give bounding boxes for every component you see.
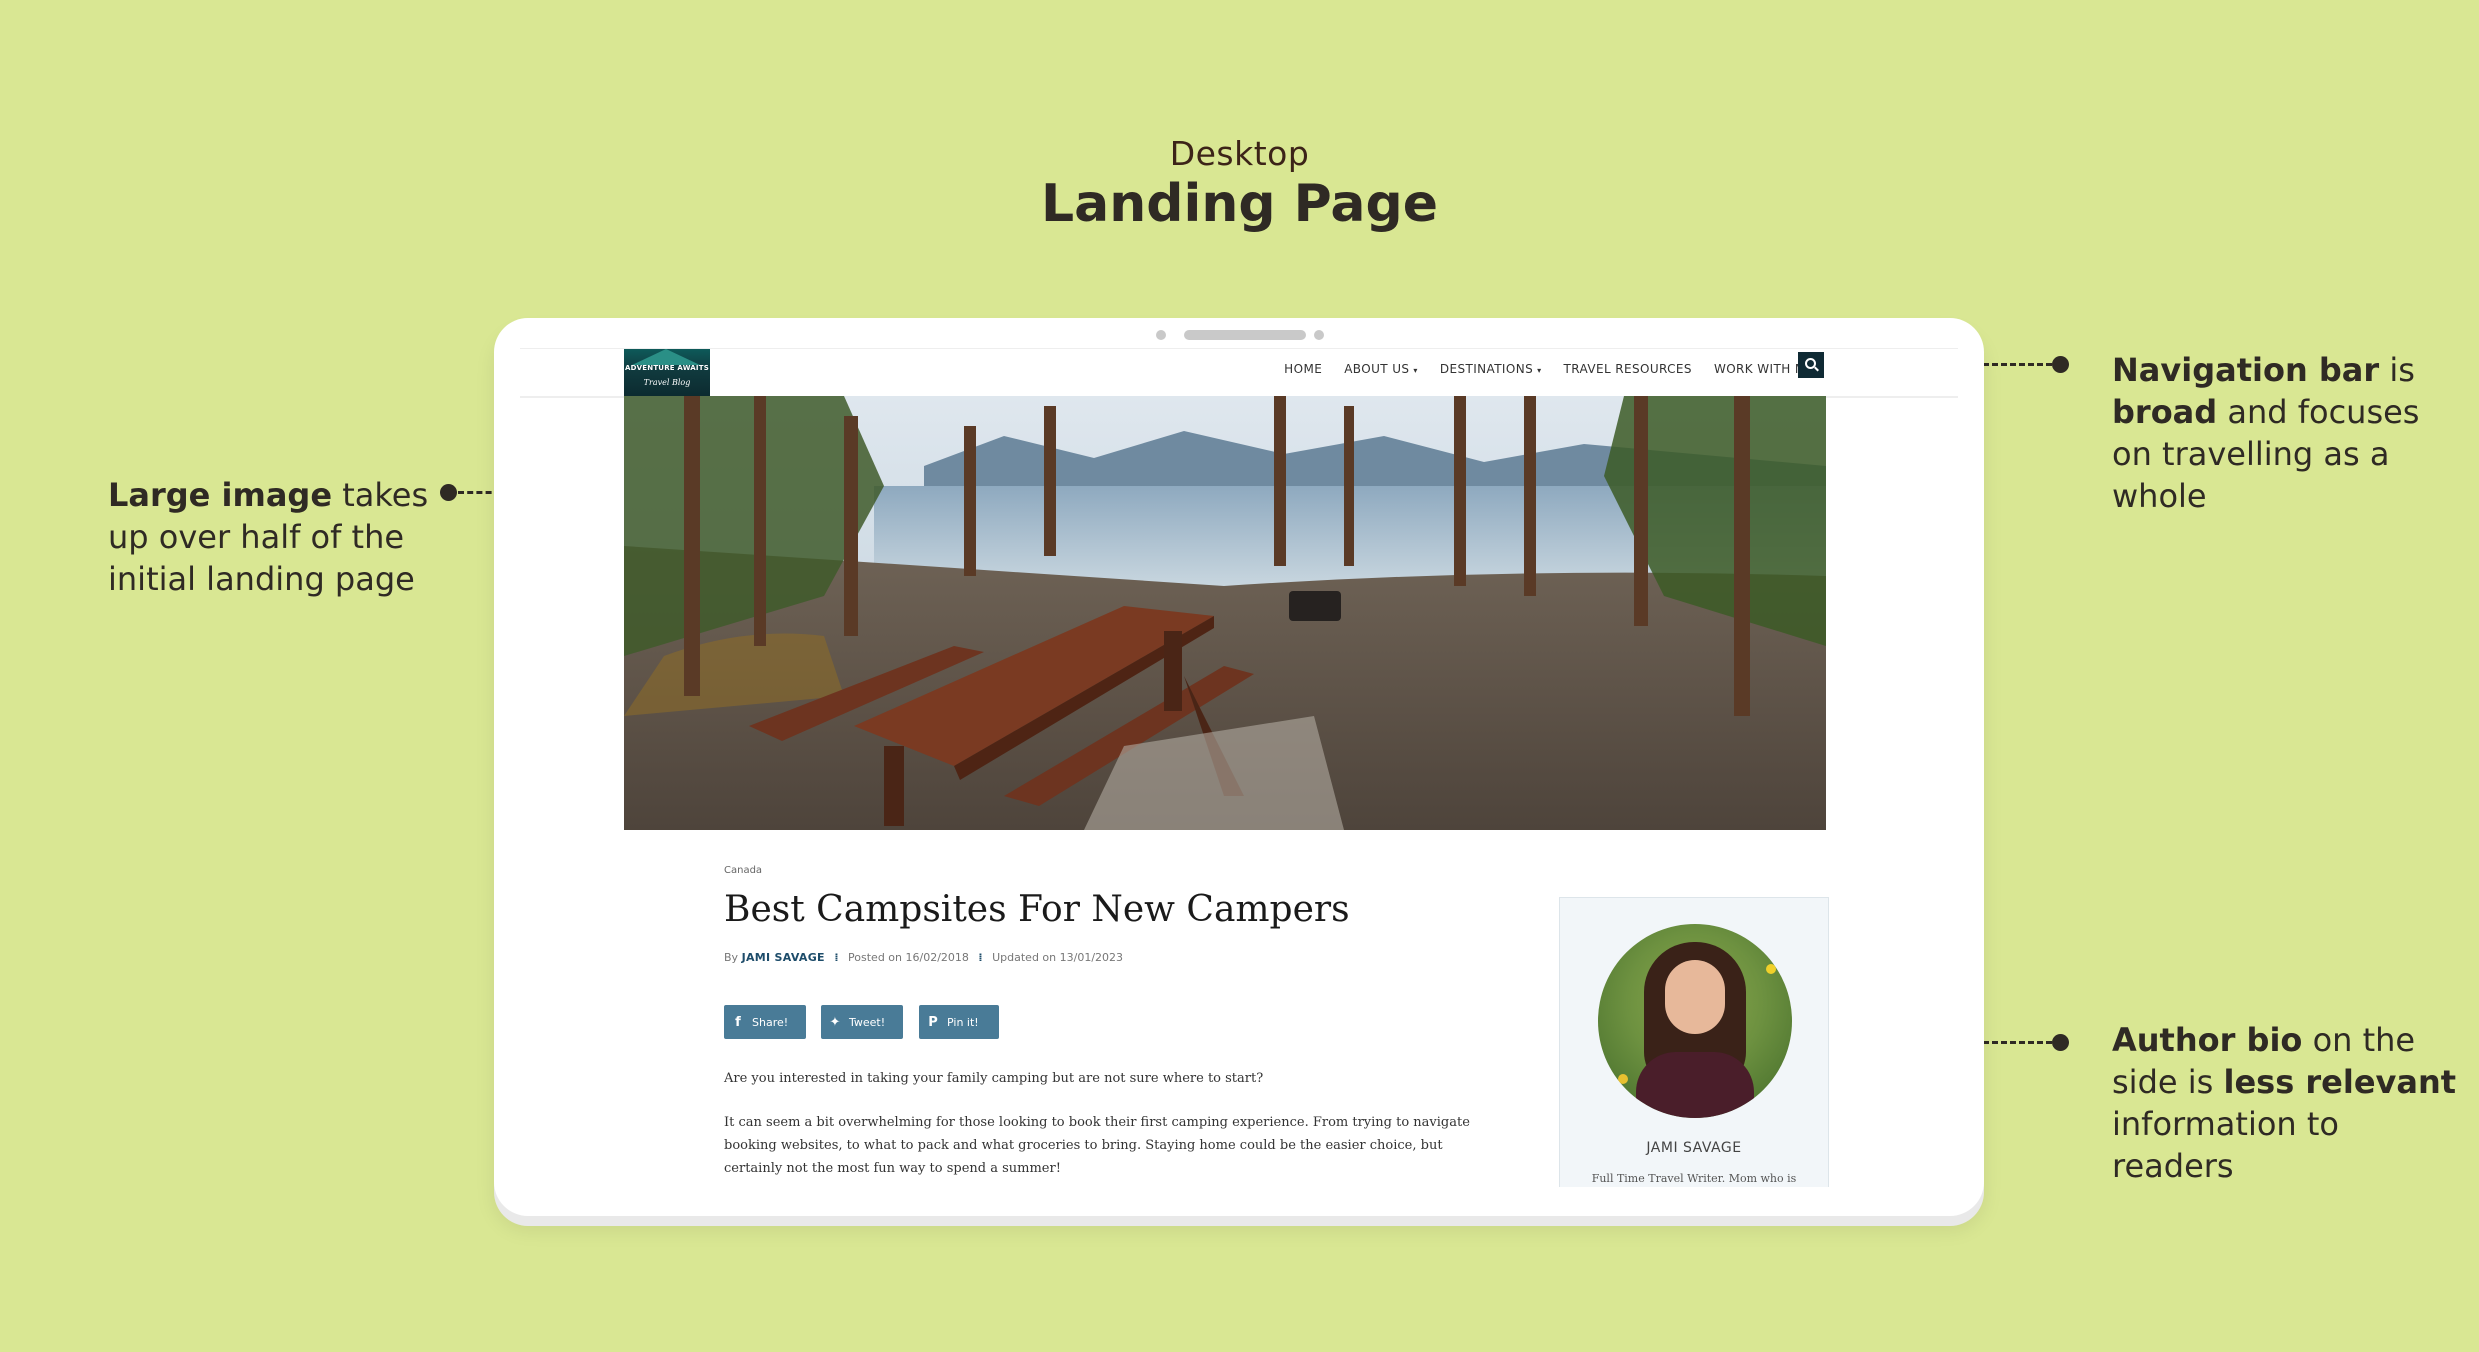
nav-item-destinations[interactable]: DESTINATIONS ▾ <box>1440 362 1542 376</box>
annotation-navigation: Navigation bar is broad and focuses on t… <box>2112 351 2420 515</box>
post-title: Best Campsites For New Campers <box>724 889 1350 930</box>
site-logo[interactable]: ADVENTURE AWAITS Travel Blog <box>624 349 710 396</box>
pinterest-icon: P <box>928 1014 938 1030</box>
tablet-frame: ADVENTURE AWAITS Travel Blog HOME ABOUT … <box>494 318 1984 1216</box>
camera-dot <box>1156 330 1166 340</box>
campsite-lake-photo <box>624 396 1826 830</box>
nav-item-travel-resources[interactable]: TRAVEL RESOURCES <box>1564 362 1692 376</box>
speaker-bar <box>1184 330 1306 340</box>
meta-separator: ⁞ <box>978 951 983 964</box>
share-pinterest-button[interactable]: P Pin it! <box>919 1005 999 1039</box>
website-screen: ADVENTURE AWAITS Travel Blog HOME ABOUT … <box>520 348 1958 1187</box>
author-name[interactable]: JAMI SAVAGE <box>1560 1140 1828 1156</box>
facebook-icon: f <box>735 1014 741 1030</box>
nav-item-about-us[interactable]: ABOUT US ▾ <box>1344 362 1418 376</box>
annotation-author-bio: Author bio on the side is less relevant … <box>2112 1021 2457 1185</box>
sensor-dot <box>1314 330 1324 340</box>
page-subtitle: Desktop <box>1169 134 1310 173</box>
author-description: Full Time Travel Writer. Mom who is <box>1591 1172 1797 1185</box>
article-paragraph: Are you interested in taking your family… <box>724 1071 1264 1086</box>
author-bio-card: JAMI SAVAGE Full Time Travel Writer. Mom… <box>1559 897 1829 1187</box>
author-avatar <box>1598 924 1792 1118</box>
share-twitter-button[interactable]: ✦ Tweet! <box>821 1005 903 1039</box>
chevron-down-icon: ▾ <box>1537 366 1542 375</box>
post-category[interactable]: Canada <box>724 865 762 876</box>
mountain-icon <box>632 349 700 365</box>
annotation-dot-left <box>440 484 457 501</box>
twitter-icon: ✦ <box>829 1014 841 1030</box>
share-facebook-button[interactable]: f Share! <box>724 1005 806 1039</box>
annotation-dot-nav <box>2052 356 2069 373</box>
hero-image <box>624 396 1826 830</box>
updated-date: Updated on 13/01/2023 <box>992 951 1124 964</box>
nav-item-home[interactable]: HOME <box>1284 362 1322 376</box>
page-title: Landing Page <box>1041 174 1438 234</box>
article-paragraph: It can seem a bit overwhelming for those… <box>724 1115 1470 1176</box>
post-author-link[interactable]: JAMI SAVAGE <box>742 951 825 964</box>
annotation-dot-bio <box>2052 1034 2069 1051</box>
site-navigation: ADVENTURE AWAITS Travel Blog HOME ABOUT … <box>520 349 1958 398</box>
chevron-down-icon: ▾ <box>1413 366 1418 375</box>
meta-separator: ⁞ <box>834 951 839 964</box>
annotation-large-image: Large image takes up over half of the in… <box>108 476 429 598</box>
search-button[interactable] <box>1798 352 1824 378</box>
nav-menu: HOME ABOUT US ▾ DESTINATIONS ▾ TRAVEL RESO… <box>1284 362 1822 376</box>
post-meta: By JAMI SAVAGE ⁞ Posted on 16/02/2018 ⁞ … <box>724 951 1124 964</box>
posted-date: Posted on 16/02/2018 <box>848 951 969 964</box>
